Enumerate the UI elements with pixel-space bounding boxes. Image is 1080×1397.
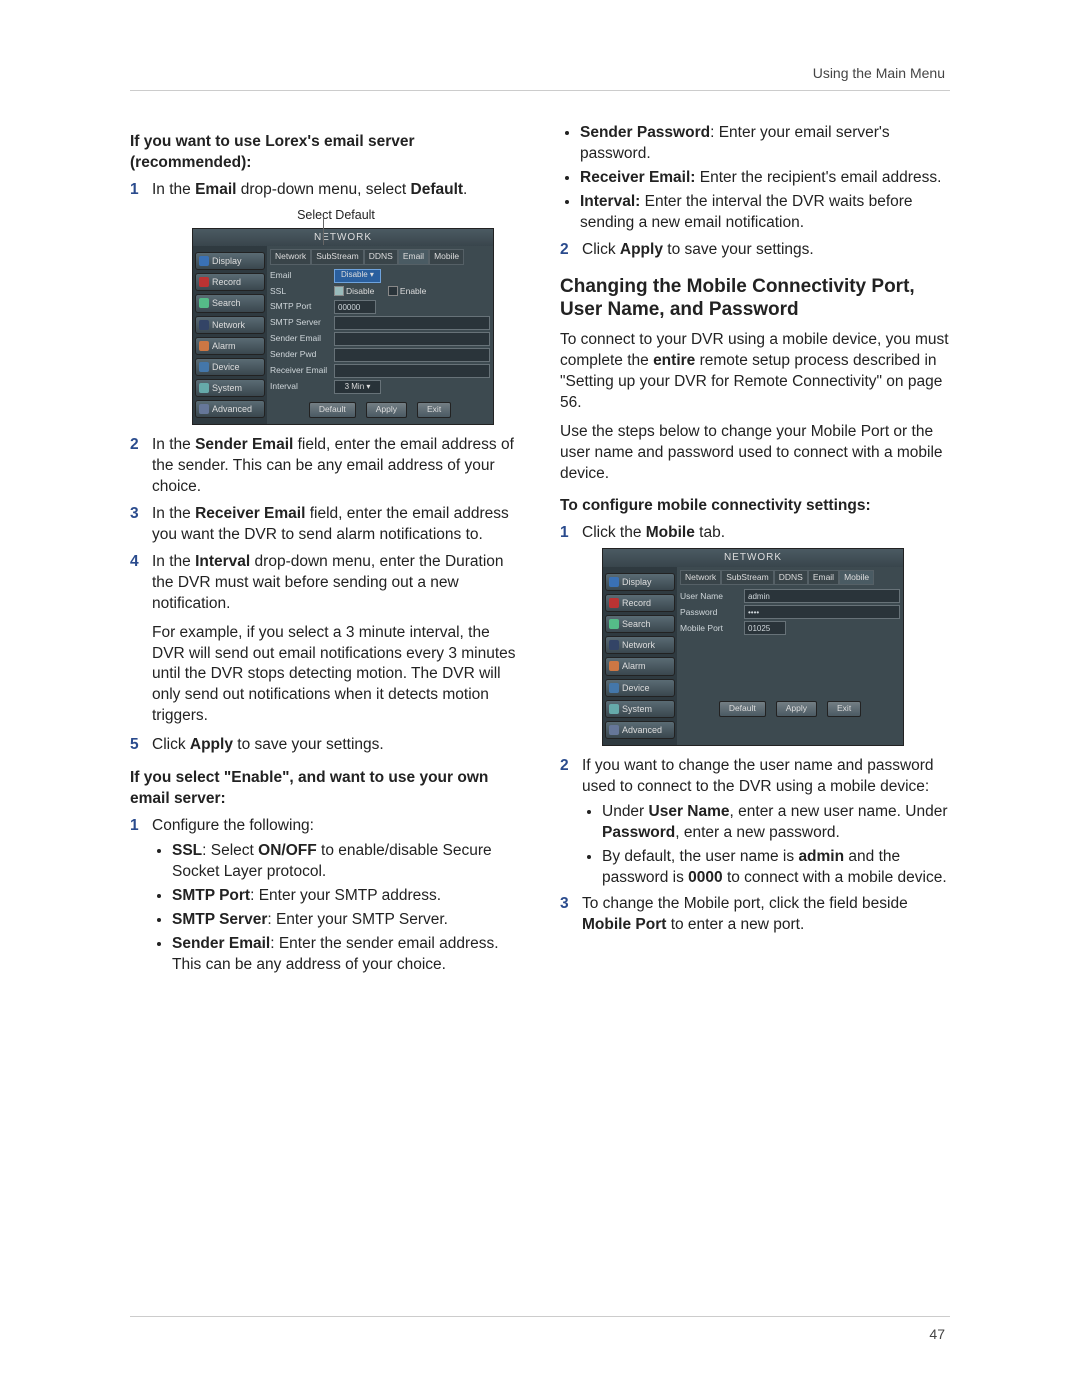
page-number: 47 (929, 1326, 945, 1342)
mobile-step-2: If you want to change the user name and … (560, 756, 950, 889)
dvr-sidebar: Display Record Search Network Alarm Devi… (193, 246, 267, 424)
step-4: In the Interval drop-down menu, enter th… (130, 552, 520, 727)
apply-step-2: Click Apply to save your settings. (560, 240, 950, 261)
top-rule (130, 90, 950, 91)
heading-lorex-server: If you want to use Lorex's email server … (130, 132, 520, 174)
caption-select-default: Select Default (152, 207, 520, 224)
left-column: If you want to use Lorex's email server … (130, 120, 520, 1297)
heading-configure-mobile: To configure mobile connectivity setting… (560, 496, 950, 517)
page-header: Using the Main Menu (813, 65, 945, 81)
bottom-rule (130, 1316, 950, 1317)
step-3: In the Receiver Email field, enter the e… (130, 504, 520, 546)
heading-enable-own-server: If you select "Enable", and want to use … (130, 768, 520, 810)
cfg-step-1: Configure the following: SSL: Select ON/… (130, 816, 520, 975)
pointer-line (323, 217, 324, 245)
dvr-tabs: Network SubStream DDNS Email Mobile (270, 249, 490, 264)
step-2: In the Sender Email field, enter the ema… (130, 435, 520, 498)
dvr-email-screenshot: NETWORK Display Record Search Network Al… (192, 228, 494, 426)
step-5: Click Apply to save your settings. (130, 735, 520, 756)
heading-mobile-connectivity: Changing the Mobile Connectivity Port, U… (560, 275, 950, 323)
step-1: In the Email drop-down menu, select Defa… (130, 180, 520, 425)
mobile-step-3: To change the Mobile port, click the fie… (560, 894, 950, 936)
right-column: Sender Password: Enter your email server… (560, 120, 950, 1297)
mobile-step-1: Click the Mobile tab. NETWORK Display Re… (560, 523, 950, 746)
dvr-title: NETWORK (193, 229, 493, 247)
dvr-mobile-screenshot: NETWORK Display Record Search Network Al… (602, 548, 904, 746)
step-4-example: For example, if you select a 3 minute in… (152, 623, 520, 728)
